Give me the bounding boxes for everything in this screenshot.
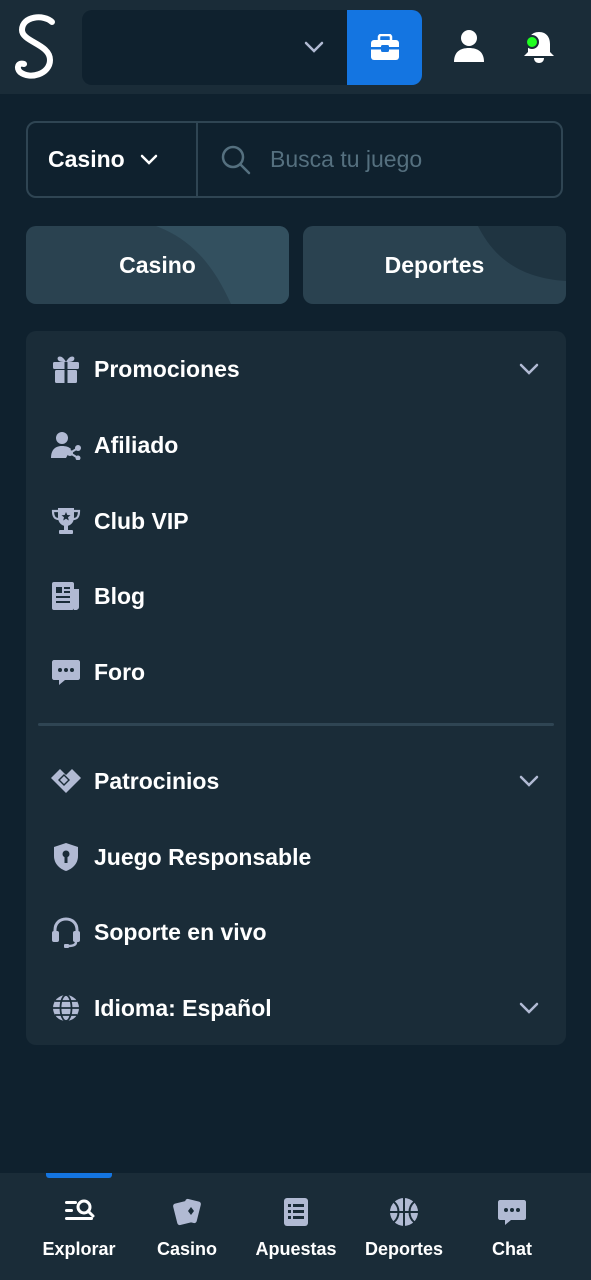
menu-item-label: Afiliado [94, 431, 179, 458]
menu-item-label: Juego Responsable [94, 843, 312, 870]
chevron-down-icon [304, 41, 324, 53]
nav-label: Explorar [42, 1239, 116, 1259]
handshake-icon [51, 769, 81, 793]
menu-item-blog[interactable]: Blog [26, 566, 566, 626]
bell-icon [524, 32, 554, 63]
nav-label: Deportes [364, 1239, 444, 1259]
nav-label: Apuestas [255, 1239, 337, 1259]
globe-icon [53, 994, 79, 1022]
chat-bubble-icon [52, 660, 80, 685]
wallet-button[interactable] [347, 10, 422, 85]
cards-icon [173, 1198, 201, 1226]
menu-item-juego-responsable[interactable]: Juego Responsable [26, 827, 566, 887]
basketball-icon [390, 1198, 418, 1226]
menu-item-label: Promociones [94, 355, 240, 382]
user-profile-button[interactable] [452, 28, 486, 69]
search-icon [221, 145, 251, 174]
betslip-icon [284, 1198, 308, 1226]
menu-item-patrocinios[interactable]: Patrocinios [26, 751, 566, 811]
wallet-icon [370, 33, 399, 60]
chevron-down-icon [519, 363, 539, 375]
chevron-down-icon [519, 775, 539, 787]
nav-chat[interactable]: Chat [482, 1173, 542, 1280]
explore-icon [65, 1199, 95, 1220]
nav-label: Chat [492, 1239, 532, 1259]
menu-item-label: Blog [94, 582, 146, 609]
deportes-tab-button[interactable]: Deportes [303, 226, 566, 304]
menu-item-label: Idioma: Español [94, 994, 272, 1021]
nav-deportes[interactable]: Deportes [360, 1173, 448, 1280]
chevron-down-icon [519, 1002, 539, 1014]
main-menu: Promociones Afiliado Club VIP Blog Foro … [26, 331, 566, 1045]
search-bar: Casino [26, 121, 563, 198]
menu-item-label: Foro [94, 658, 146, 685]
balance-selector[interactable] [82, 10, 347, 85]
nav-casino[interactable]: Casino [150, 1173, 224, 1280]
nav-explorar[interactable]: Explorar [38, 1173, 120, 1280]
affiliate-icon [51, 432, 81, 460]
top-bar [0, 0, 591, 94]
casino-tab-label: Casino [119, 251, 196, 278]
menu-item-idioma[interactable]: Idioma: Español [26, 978, 566, 1038]
nav-label: Casino [156, 1239, 217, 1259]
logo-s-icon [14, 14, 55, 79]
casino-tab-button[interactable]: Casino [26, 226, 289, 304]
menu-item-soporte-en-vivo[interactable]: Soporte en vivo [26, 902, 566, 962]
deportes-tab-label: Deportes [384, 251, 485, 278]
trophy-icon [51, 508, 81, 534]
user-icon [454, 30, 484, 62]
search-category-select[interactable]: Casino [28, 123, 198, 196]
menu-item-club-vip[interactable]: Club VIP [26, 491, 566, 551]
search-input[interactable] [268, 145, 552, 174]
menu-item-label: Soporte en vivo [94, 918, 267, 945]
menu-divider [38, 723, 554, 726]
menu-item-foro[interactable]: Foro [26, 642, 566, 702]
bottom-navigation: Explorar Casino Apuestas Deportes Chat [0, 1173, 591, 1280]
headset-icon [52, 917, 80, 948]
menu-item-promociones[interactable]: Promociones [26, 339, 566, 399]
notifications-button[interactable] [520, 28, 558, 69]
shield-icon [54, 843, 78, 871]
logo[interactable] [14, 12, 60, 82]
chat-icon [498, 1200, 526, 1225]
menu-item-afiliado[interactable]: Afiliado [26, 415, 566, 475]
menu-item-label: Patrocinios [94, 767, 220, 794]
menu-item-label: Club VIP [94, 507, 189, 534]
search-category-label: Casino [48, 146, 125, 172]
newspaper-icon [52, 582, 79, 610]
search-field[interactable] [200, 123, 561, 196]
nav-apuestas[interactable]: Apuestas [252, 1173, 340, 1280]
gift-icon [53, 356, 79, 383]
chevron-down-icon [140, 154, 157, 165]
